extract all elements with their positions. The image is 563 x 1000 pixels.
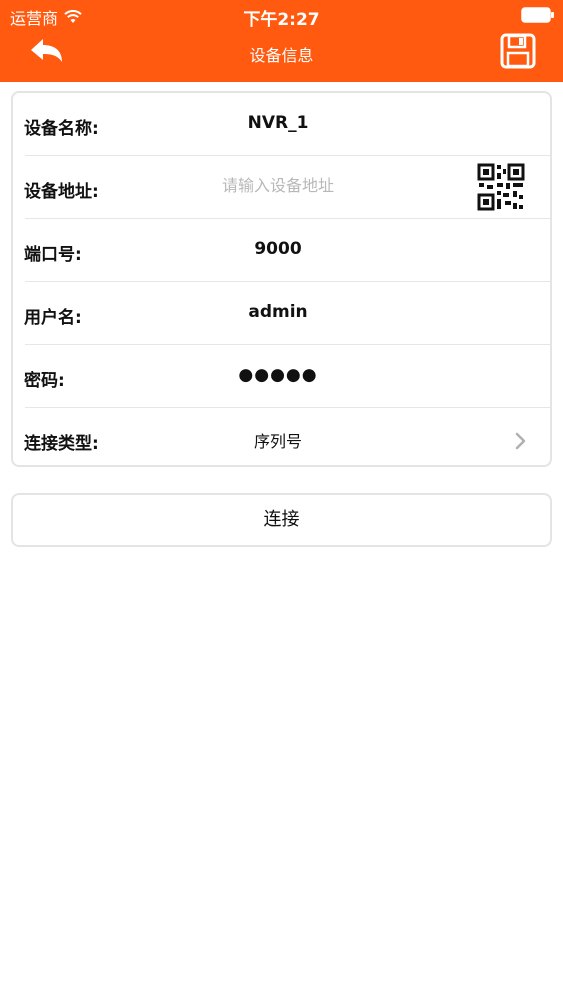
device-address-row: 设备地址: xyxy=(13,156,550,219)
username-input[interactable] xyxy=(183,302,373,322)
qr-code-icon[interactable] xyxy=(476,162,526,212)
chevron-right-icon xyxy=(515,432,527,454)
username-row: 用户名: xyxy=(13,282,550,345)
password-label: 密码: xyxy=(24,371,65,391)
device-address-label: 设备地址: xyxy=(24,182,99,202)
floppy-disk-save-icon xyxy=(499,33,537,74)
device-address-input[interactable] xyxy=(183,176,373,195)
connection-type-row[interactable]: 连接类型: 序列号 xyxy=(13,408,550,465)
port-input[interactable] xyxy=(183,239,373,259)
password-row: 密码: xyxy=(13,345,550,408)
connection-type-value: 序列号 xyxy=(253,432,302,451)
save-button[interactable] xyxy=(499,32,537,70)
port-row: 端口号: xyxy=(13,219,550,282)
page-title: 设备信息 xyxy=(249,46,314,65)
device-name-label: 设备名称: xyxy=(24,119,99,139)
port-label: 端口号: xyxy=(24,245,82,265)
connect-button[interactable]: 连接 xyxy=(11,493,552,547)
device-name-row: 设备名称: xyxy=(13,93,550,156)
status-bar: 运营商 下午2:27 xyxy=(0,0,563,30)
device-form-card: 设备名称: 设备地址: xyxy=(11,91,552,467)
top-bar: 运营商 下午2:27 设备信息 xyxy=(0,0,563,82)
navigation-bar: 设备信息 xyxy=(0,28,563,82)
battery-icon xyxy=(521,7,555,27)
device-name-input[interactable] xyxy=(183,113,373,133)
username-label: 用户名: xyxy=(24,308,82,328)
status-time: 下午2:27 xyxy=(243,10,320,30)
password-input[interactable] xyxy=(183,365,373,385)
connection-type-label: 连接类型: xyxy=(24,434,99,454)
